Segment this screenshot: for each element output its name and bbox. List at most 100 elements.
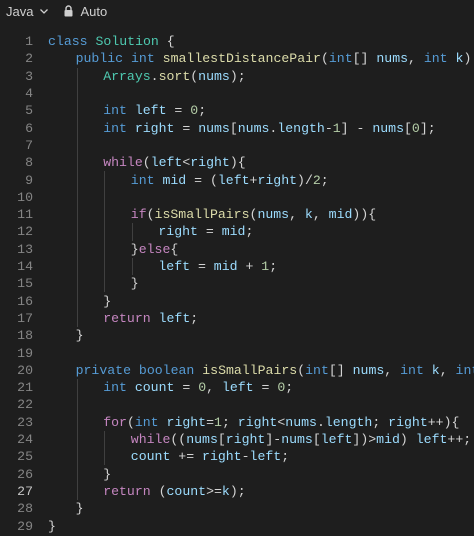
code-line[interactable]: 7: [0, 137, 474, 154]
code-token: .: [316, 414, 325, 430]
code-token: ) {: [463, 51, 472, 67]
code-line[interactable]: 28}: [0, 500, 474, 517]
code-line[interactable]: 19: [0, 344, 474, 361]
code-token: mid: [376, 432, 400, 448]
code-token: left: [320, 432, 353, 448]
code-line[interactable]: 15}: [0, 275, 474, 292]
code-line[interactable]: 5 int left = 0;: [0, 102, 474, 119]
code-line[interactable]: 11 if(isSmallPairs(nums, k, mid)){: [0, 206, 474, 223]
code-token: nums: [198, 68, 230, 84]
code-token: (: [190, 68, 199, 84]
code-token: ;: [245, 224, 254, 240]
code-text: while((nums[right]-nums[left])>mid) left…: [131, 432, 471, 447]
code-line[interactable]: 29}: [0, 517, 474, 534]
code-line[interactable]: 23 for(int right=1; right<nums.length; ri…: [0, 414, 474, 431]
code-token: Arrays: [103, 68, 151, 84]
code-line[interactable]: 17 return left;: [0, 310, 474, 327]
code-line[interactable]: 18}: [0, 327, 474, 344]
code-line[interactable]: 25 count += right-left;: [0, 448, 474, 465]
code-token: {: [158, 34, 175, 50]
code-token: 0: [411, 120, 420, 136]
code-line[interactable]: 3 Arrays.sort(nums);: [0, 68, 474, 85]
code-token: >=: [206, 483, 222, 499]
code-token: right: [202, 449, 242, 465]
code-line[interactable]: 22: [0, 396, 474, 413]
code-line[interactable]: 2 public int smallestDistancePair(int[] n…: [0, 50, 474, 67]
language-label: Java: [6, 3, 34, 19]
code-line[interactable]: 8 while(left<right){: [0, 154, 474, 171]
code-token: int: [103, 120, 127, 136]
code-token: (: [297, 362, 306, 378]
code-text: int count = 0, left = 0;: [103, 380, 293, 395]
code-line[interactable]: 4: [0, 85, 474, 102]
code-token: length: [277, 120, 325, 136]
code-editor[interactable]: 1 class Solution {2 public int smallestDis…: [0, 33, 474, 536]
code-line[interactable]: 9 int mid = (left+right)/2;: [0, 171, 474, 188]
code-token: nums: [285, 414, 317, 430]
code-token: nums: [352, 362, 385, 378]
code-token: [: [403, 120, 412, 136]
line-number: 10: [17, 189, 33, 205]
code-token: k: [304, 207, 313, 223]
code-token: int: [305, 362, 329, 378]
code-token: count: [134, 380, 175, 396]
auto-mode-toggle[interactable]: Auto: [63, 4, 107, 19]
code-line[interactable]: 16}: [0, 293, 474, 310]
code-line[interactable]: 13}else{: [0, 241, 474, 258]
code-token: nums: [257, 207, 290, 223]
code-token: 1: [332, 120, 341, 136]
line-number: 20: [17, 362, 33, 378]
code-token: ){: [229, 155, 246, 171]
indent-guide: [104, 171, 106, 293]
code-token: length: [324, 414, 373, 430]
code-line[interactable]: 21 int count = 0, left = 0;: [0, 379, 474, 396]
code-token: k: [431, 362, 440, 378]
code-line[interactable]: 1 class Solution {: [0, 33, 474, 50]
code-token: ;: [269, 259, 278, 275]
code-line[interactable]: 26}: [0, 466, 474, 483]
indent-guide: [104, 430, 106, 466]
code-token: =: [166, 103, 191, 119]
line-number: 15: [17, 276, 33, 292]
code-token: int: [103, 103, 127, 119]
code-token: ++){: [427, 414, 460, 430]
code-line[interactable]: 10: [0, 189, 474, 206]
code-token: }: [103, 466, 112, 482]
code-text: }: [103, 467, 111, 482]
code-line[interactable]: 6 int right = nums[nums.length-1] - nums[…: [0, 120, 474, 137]
code-token: sort: [158, 68, 191, 84]
code-token: left: [134, 103, 167, 119]
code-line[interactable]: 27 return (count>=k);: [0, 483, 474, 500]
code-token: for: [103, 414, 127, 430]
code-line[interactable]: 20 private boolean isSmallPairs(int[] num…: [0, 362, 474, 379]
auto-mode-label: Auto: [80, 3, 108, 19]
code-line[interactable]: 24 while((nums[right]-nums[left])>mid) le…: [0, 431, 474, 448]
code-token: +: [237, 259, 262, 275]
code-token: [: [217, 432, 226, 448]
code-token: }: [75, 501, 84, 517]
code-token: right: [166, 414, 207, 430]
line-number: 26: [17, 466, 33, 482]
code-token: ((: [170, 432, 187, 448]
code-token: isSmallPairs: [154, 207, 250, 223]
code-token: while: [103, 155, 143, 171]
code-token: int: [328, 51, 353, 67]
code-text: if(isSmallPairs(nums, k, mid)){: [131, 207, 376, 222]
language-select[interactable]: Java: [0, 4, 49, 19]
code-token: ] -: [340, 120, 373, 136]
code-text: private boolean isSmallPairs(int[] nums,…: [76, 363, 474, 378]
code-line[interactable]: 12 right = mid;: [0, 223, 474, 240]
chevron-down-icon: [39, 6, 49, 16]
code-token: left: [158, 259, 191, 275]
code-line[interactable]: 14 left = mid + 1;: [0, 258, 474, 275]
code-token: nums: [186, 432, 218, 448]
code-text: Arrays.sort(nums);: [103, 69, 245, 84]
code-text: right = mid;: [158, 224, 253, 239]
code-token: nums: [281, 432, 313, 448]
code-token: ,: [289, 207, 305, 223]
line-number: 19: [17, 345, 33, 361]
